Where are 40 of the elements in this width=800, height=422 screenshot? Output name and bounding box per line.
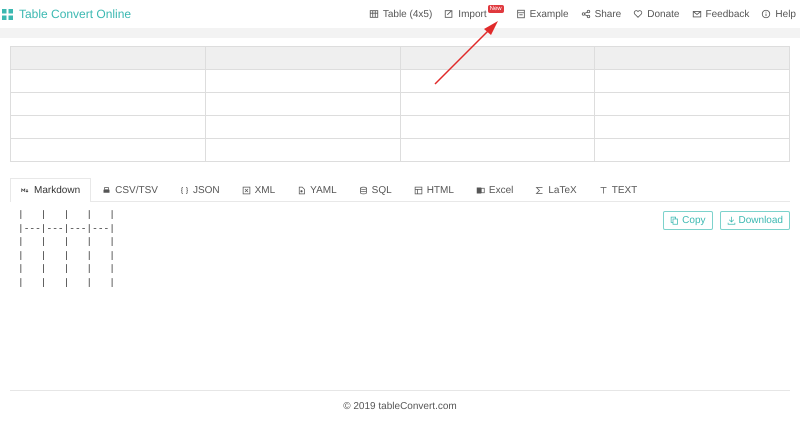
database-icon [358, 186, 368, 195]
format-tab[interactable]: YAML [286, 178, 348, 202]
format-tab[interactable]: LaTeX [524, 178, 588, 202]
braces-icon [180, 186, 189, 195]
format-tab[interactable]: HTML [402, 178, 465, 202]
format-tab[interactable]: XML [230, 178, 286, 202]
text-icon [598, 186, 608, 195]
nav-link[interactable]: Help [761, 8, 796, 20]
heart-icon [633, 9, 644, 19]
edit-icon [444, 9, 454, 19]
code-file-icon [242, 186, 251, 195]
nav-link[interactable]: Example [516, 8, 569, 20]
download-icon [726, 216, 736, 225]
format-tab[interactable]: Markdown [10, 178, 92, 202]
annotation-arrow [434, 21, 498, 85]
format-tab[interactable]: CSV/TSV [91, 178, 169, 202]
markdown-output: | | | | | |---|---|---|---| | | | | | | | | | | | | | | | | | | | | [18, 208, 115, 290]
format-tab[interactable]: TEXT [588, 178, 648, 202]
printer-icon [102, 186, 112, 195]
nav-link[interactable]: Feedback [692, 8, 750, 20]
table-icon [368, 9, 379, 19]
nav-link[interactable]: Import [444, 8, 487, 20]
format-tab[interactable]: SQL [348, 178, 403, 202]
nav-link[interactable]: Donate [633, 8, 680, 20]
copyright-text: © 2019 tableConvert.com [343, 401, 457, 412]
help-icon [761, 9, 772, 19]
share-icon [580, 9, 591, 19]
format-tab[interactable]: Excel [464, 178, 524, 202]
site-title: Table Convert Online [19, 7, 132, 21]
spreadsheet-icon [476, 186, 485, 195]
markdown-icon [21, 186, 30, 195]
grid-logo-icon [2, 8, 13, 20]
nav-link[interactable]: Share [580, 8, 622, 20]
nav-link[interactable]: Table (4x5) [368, 8, 432, 20]
sigma-icon [535, 186, 544, 195]
file-icon [297, 186, 306, 195]
html-icon [414, 186, 423, 195]
mail-icon [692, 9, 702, 19]
copy-icon [670, 216, 680, 225]
format-tab[interactable]: JSON [168, 178, 231, 202]
